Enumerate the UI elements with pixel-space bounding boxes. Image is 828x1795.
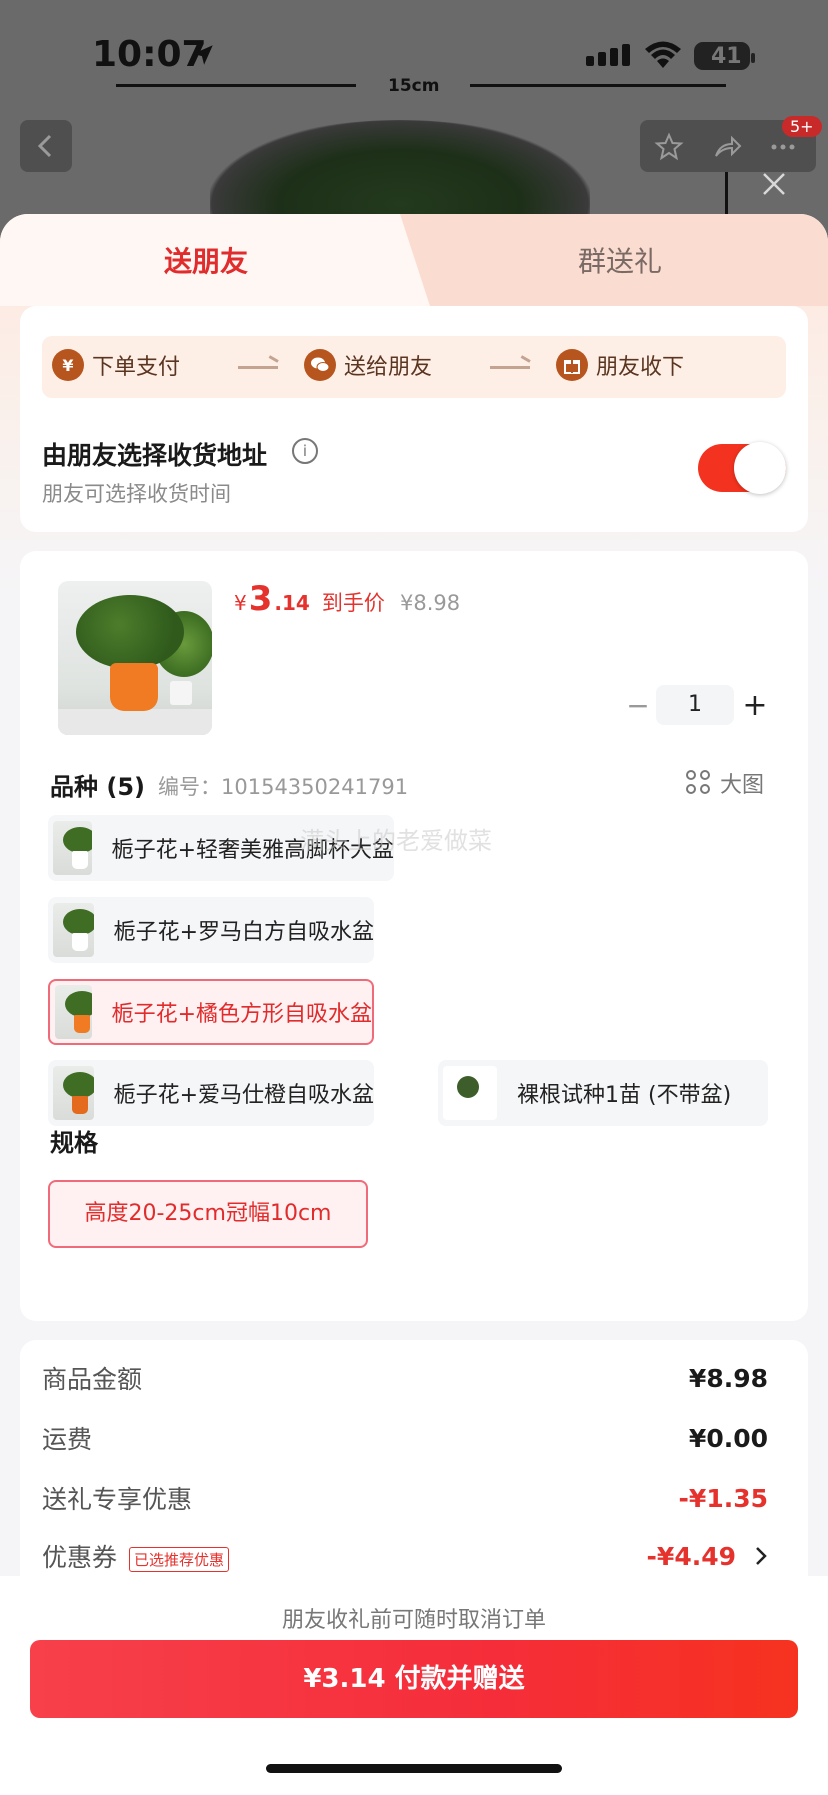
cancel-note: 朋友收礼前可随时取消订单 bbox=[281, 1608, 546, 1633]
step-send: 送给朋友 bbox=[304, 349, 432, 381]
summary-value: ¥0.00 bbox=[688, 1423, 768, 1453]
address-toggle[interactable] bbox=[698, 442, 786, 494]
big-image-button[interactable]: 大图 bbox=[686, 767, 764, 799]
wechat-icon bbox=[304, 349, 336, 381]
quantity-stepper: − 1 + bbox=[620, 685, 776, 725]
variety-option-selected[interactable]: 栀子花+橘色方形自吸水盆 bbox=[48, 979, 374, 1045]
summary-row: 商品金额 ¥8.98 bbox=[42, 1360, 768, 1396]
variety-option-label: 栀子花+爱马仕橙自吸水盆 bbox=[113, 1083, 374, 1108]
summary-row: 运费 ¥0.00 bbox=[42, 1420, 768, 1456]
close-icon[interactable] bbox=[758, 168, 790, 200]
grid-icon bbox=[686, 770, 712, 796]
summary-value: -¥4.49 bbox=[646, 1541, 736, 1571]
variety-thumbnail bbox=[53, 903, 94, 957]
gift-sheet: 群送礼 送朋友 ¥ 下单支付 送给朋友 朋友收下 由朋友选择收货地址 i 朋友可… bbox=[0, 214, 828, 1795]
variety-thumbnail bbox=[53, 1066, 94, 1120]
product-image[interactable] bbox=[58, 581, 212, 735]
product-card: ¥ 3 .14 到手价 ¥8.98 − 1 + 品种 (5) 编号：101543… bbox=[20, 551, 808, 1321]
summary-row: 送礼专享优惠 -¥1.35 bbox=[42, 1480, 768, 1516]
variety-option-label: 栀子花+橘色方形自吸水盆 bbox=[111, 1002, 372, 1027]
final-price: ¥ 3 .14 到手价 bbox=[234, 579, 385, 619]
spec-title: 规格 bbox=[50, 1129, 98, 1157]
variety-thumbnail bbox=[55, 985, 92, 1039]
variety-thumbnail bbox=[53, 821, 92, 875]
summary-value: -¥1.35 bbox=[678, 1483, 768, 1513]
share-icon[interactable] bbox=[712, 132, 742, 162]
address-choice-subtitle: 朋友可选择收货时间 bbox=[42, 482, 231, 506]
wifi-icon bbox=[645, 41, 681, 68]
price-label: 到手价 bbox=[321, 591, 385, 615]
variety-option[interactable]: 栀子花+爱马仕橙自吸水盆 bbox=[48, 1060, 374, 1126]
cellular-signal-icon bbox=[586, 44, 630, 66]
toggle-knob bbox=[734, 442, 786, 494]
coupon-row[interactable]: 优惠券 已选推荐优惠 -¥4.49 bbox=[42, 1538, 768, 1574]
decrease-button[interactable]: − bbox=[620, 689, 656, 722]
original-price: ¥8.98 bbox=[400, 591, 461, 615]
gift-flow-card: ¥ 下单支付 送给朋友 朋友收下 由朋友选择收货地址 i 朋友可选择收货时间 bbox=[20, 306, 808, 532]
arrow-icon bbox=[238, 366, 278, 369]
gift-steps: ¥ 下单支付 送给朋友 朋友收下 bbox=[42, 336, 786, 398]
back-button[interactable] bbox=[20, 120, 72, 172]
step-pay-label: 下单支付 bbox=[92, 355, 181, 380]
tab-bar: 群送礼 送朋友 bbox=[0, 214, 828, 306]
battery-icon: 41 bbox=[694, 42, 755, 70]
quantity-value[interactable]: 1 bbox=[656, 685, 734, 725]
order-summary-card: 商品金额 ¥8.98 运费 ¥0.00 送礼专享优惠 -¥1.35 优惠券 已选推… bbox=[20, 1340, 808, 1580]
step-receive: 朋友收下 bbox=[556, 349, 684, 381]
variety-code: 编号：10154350241791 bbox=[158, 775, 409, 799]
step-receive-label: 朋友收下 bbox=[596, 355, 685, 380]
tab-send-friend-label[interactable]: 送朋友 bbox=[0, 240, 412, 280]
summary-label: 运费 bbox=[42, 1425, 93, 1454]
bottom-bar: 朋友收礼前可随时取消订单 ¥3.14 付款并赠送 bbox=[0, 1576, 828, 1795]
step-pay: ¥ 下单支付 bbox=[52, 349, 180, 381]
summary-label: 优惠券 bbox=[42, 1543, 118, 1572]
price-integer: 3 bbox=[248, 579, 273, 619]
big-image-label: 大图 bbox=[720, 773, 765, 798]
tab-group-gift-label[interactable]: 群送礼 bbox=[420, 240, 820, 280]
coupon-tag: 已选推荐优惠 bbox=[129, 1546, 230, 1572]
variety-option[interactable]: 栀子花+罗马白方自吸水盆 bbox=[48, 897, 374, 963]
price-currency: ¥ bbox=[234, 591, 247, 615]
ruler-line-right bbox=[470, 84, 726, 87]
price-decimal: .14 bbox=[274, 591, 310, 615]
summary-label: 送礼专享优惠 bbox=[42, 1485, 193, 1514]
star-icon[interactable] bbox=[654, 132, 684, 162]
chevron-right-icon bbox=[756, 1547, 767, 1565]
variety-option-label: 栀子花+罗马白方自吸水盆 bbox=[113, 920, 374, 945]
step-send-label: 送给朋友 bbox=[344, 355, 433, 380]
watermark: 满头上的老爱做菜 bbox=[300, 827, 492, 855]
summary-label: 商品金额 bbox=[42, 1365, 143, 1394]
info-icon[interactable]: i bbox=[292, 438, 318, 464]
arrow-icon bbox=[490, 366, 530, 369]
battery-level: 41 bbox=[711, 44, 742, 69]
variety-thumbnail bbox=[443, 1066, 497, 1120]
home-indicator[interactable] bbox=[266, 1764, 562, 1773]
chevron-left-icon bbox=[37, 134, 52, 158]
location-arrow-icon bbox=[193, 45, 213, 65]
spec-option-selected[interactable]: 高度20-25cm冠幅10cm bbox=[48, 1180, 368, 1248]
variety-option[interactable]: 裸根试种1苗 (不带盆) bbox=[438, 1060, 768, 1126]
variety-title: 品种 (5) bbox=[50, 773, 145, 801]
increase-button[interactable]: + bbox=[734, 688, 776, 723]
variety-option-label: 裸根试种1苗 (不带盆) bbox=[517, 1083, 732, 1108]
ruler-label: 15cm bbox=[388, 76, 440, 96]
address-choice-title: 由朋友选择收货地址 bbox=[42, 441, 268, 470]
summary-value: ¥8.98 bbox=[688, 1363, 768, 1393]
yuan-icon: ¥ bbox=[52, 349, 84, 381]
notification-badge: 5+ bbox=[782, 116, 822, 137]
pay-and-gift-button[interactable]: ¥3.14 付款并赠送 bbox=[30, 1640, 798, 1718]
ruler-line-left bbox=[116, 84, 356, 87]
gift-icon bbox=[556, 349, 588, 381]
